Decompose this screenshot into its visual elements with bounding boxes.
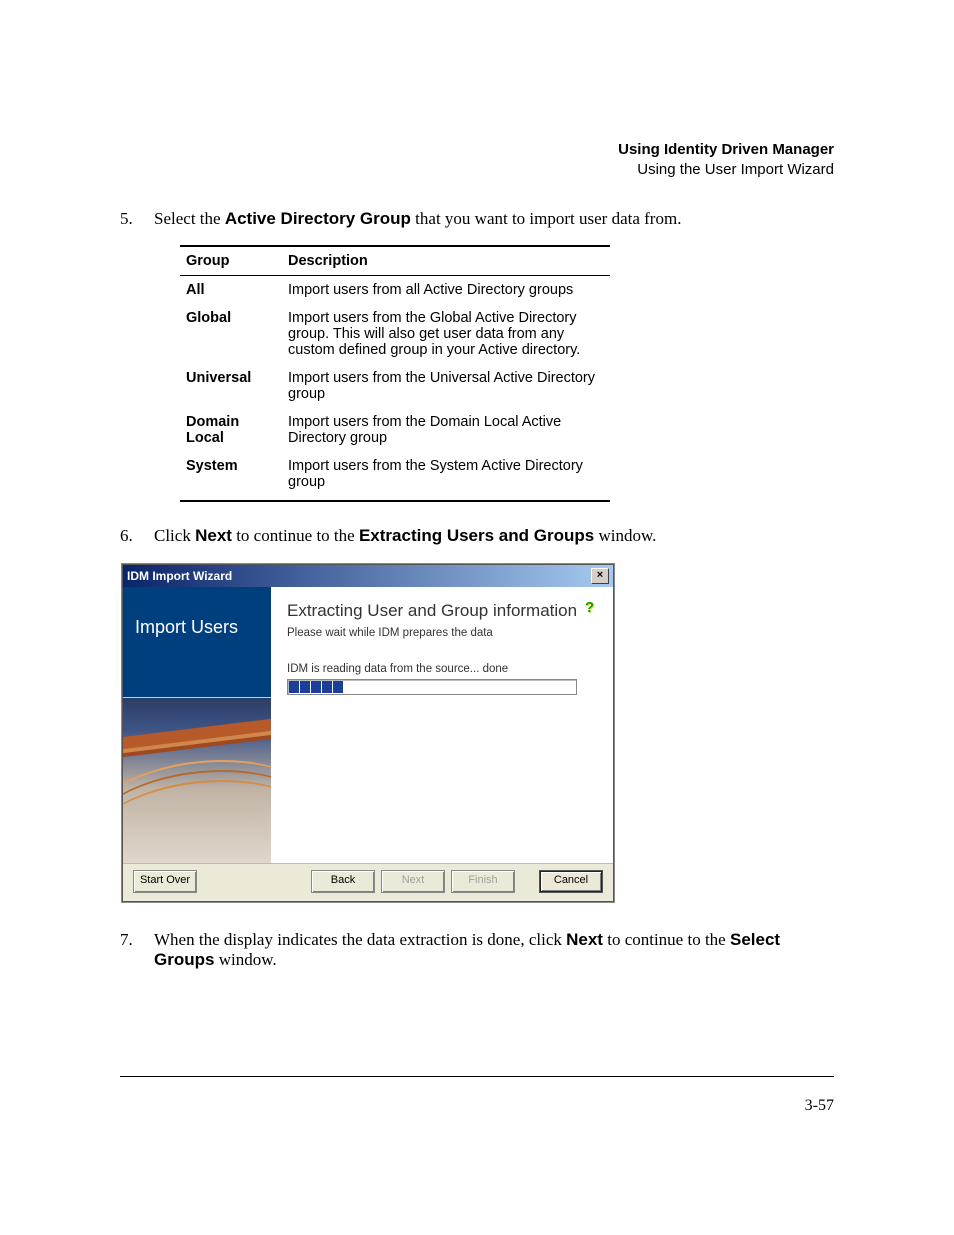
page-footer: 3-57 [120, 1076, 834, 1115]
col-header-description: Description [282, 246, 610, 276]
step-body: Select the Active Directory Group that y… [154, 209, 834, 229]
dialog-sidebar: Import Users [123, 587, 271, 863]
status-text: IDM is reading data from the source... d… [287, 663, 597, 675]
table-row: Universal Import users from the Universa… [180, 364, 610, 408]
step-6: 6. Click Next to continue to the Extract… [120, 526, 834, 546]
text: Click [154, 526, 195, 545]
step-7: 7. When the display indicates the data e… [120, 930, 834, 970]
text: Select the [154, 209, 225, 228]
group-name: System [180, 452, 282, 501]
text: to continue to the [603, 930, 730, 949]
bridge-icon [123, 714, 271, 750]
step-body: Click Next to continue to the Extracting… [154, 526, 834, 546]
next-keyword: Next [566, 930, 603, 949]
step-number: 6. [120, 526, 154, 546]
group-desc: Import users from the Global Active Dire… [282, 304, 610, 364]
group-name: All [180, 276, 282, 305]
progress-chunk [322, 681, 332, 693]
bridge-icon [123, 749, 271, 863]
dialog-titlebar[interactable]: IDM Import Wizard × [123, 565, 613, 587]
text: that you want to import user data from. [411, 209, 682, 228]
group-name: Global [180, 304, 282, 364]
dialog-main: Extracting User and Group information Pl… [271, 587, 613, 863]
sidebar-image [123, 697, 271, 863]
header-title: Using Identity Driven Manager [120, 140, 834, 160]
progress-chunk [333, 681, 343, 693]
back-button[interactable]: Back [311, 870, 375, 893]
page-number: 3-57 [805, 1097, 834, 1114]
help-icon[interactable] [585, 599, 603, 617]
progress-bar [287, 679, 577, 695]
dialog-subtext: Please wait while IDM prepares the data [287, 627, 597, 639]
table-row: Domain Local Import users from the Domai… [180, 408, 610, 452]
group-desc: Import users from the Domain Local Activ… [282, 408, 610, 452]
group-desc: Import users from the System Active Dire… [282, 452, 610, 501]
window-name: Extracting Users and Groups [359, 526, 594, 545]
start-over-button[interactable]: Start Over [133, 870, 197, 893]
ad-group-keyword: Active Directory Group [225, 209, 411, 228]
progress-chunk [311, 681, 321, 693]
group-name: Domain Local [180, 408, 282, 452]
idm-import-wizard-dialog: IDM Import Wizard × Import Users Extract… [122, 564, 614, 902]
dialog-body: Import Users Extracting User and Group i… [123, 587, 613, 863]
page-header: Using Identity Driven Manager Using the … [120, 140, 834, 179]
text: window. [594, 526, 656, 545]
header-subtitle: Using the User Import Wizard [120, 160, 834, 180]
group-desc: Import users from all Active Directory g… [282, 276, 610, 305]
sidebar-title: Import Users [123, 587, 271, 697]
finish-button[interactable]: Finish [451, 870, 515, 893]
step-number: 7. [120, 930, 154, 970]
table-row: System Import users from the System Acti… [180, 452, 610, 501]
table-row: Global Import users from the Global Acti… [180, 304, 610, 364]
next-keyword: Next [195, 526, 232, 545]
text: to continue to the [232, 526, 359, 545]
dialog-button-bar: Start Over Back Next Finish Cancel [123, 863, 613, 901]
text: When the display indicates the data extr… [154, 930, 566, 949]
group-desc: Import users from the Universal Active D… [282, 364, 610, 408]
col-header-group: Group [180, 246, 282, 276]
dialog-title: IDM Import Wizard [127, 569, 232, 583]
dialog-heading: Extracting User and Group information [287, 601, 597, 621]
cancel-button[interactable]: Cancel [539, 870, 603, 893]
step-5: 5. Select the Active Directory Group tha… [120, 209, 834, 229]
close-button[interactable]: × [591, 568, 609, 584]
progress-chunk [289, 681, 299, 693]
group-definitions-table: Group Description All Import users from … [180, 245, 610, 502]
step-body: When the display indicates the data extr… [154, 930, 834, 970]
table-row: All Import users from all Active Directo… [180, 276, 610, 305]
step-number: 5. [120, 209, 154, 229]
progress-chunk [300, 681, 310, 693]
text: window. [214, 950, 276, 969]
next-button[interactable]: Next [381, 870, 445, 893]
group-name: Universal [180, 364, 282, 408]
